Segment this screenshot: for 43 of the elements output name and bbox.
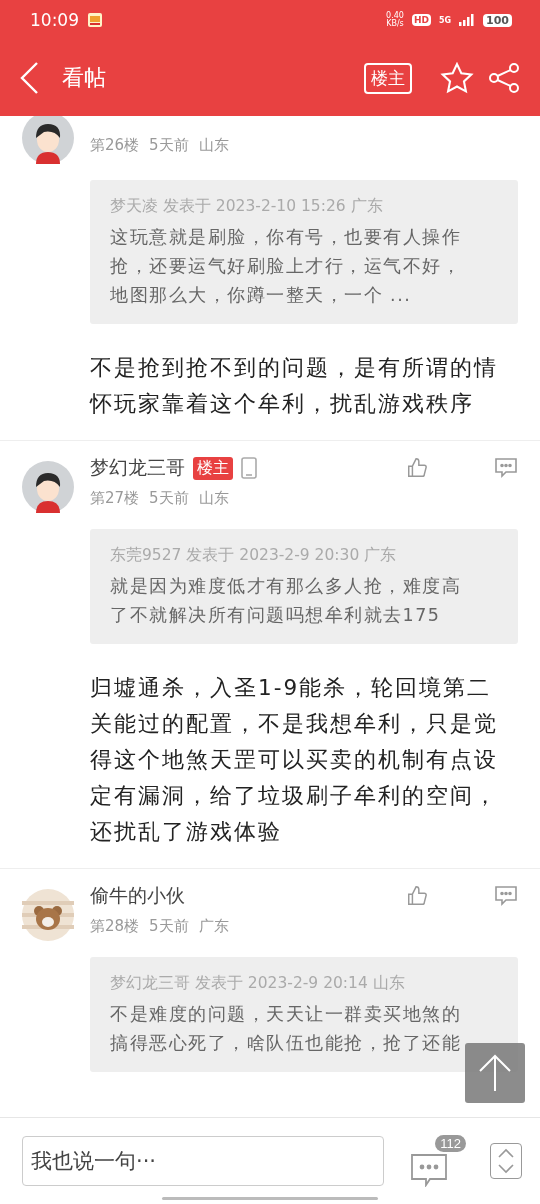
battery-level: 100 [483,13,512,27]
quote-text: 不是难度的问题，天天让一群卖买地煞的搞得恶心死了，啥队伍也能抢，抢了还能 [110,1003,462,1055]
floor-number: 第26楼 [90,136,140,155]
post-region: 山东 [198,136,229,155]
post-time: 5天前 [149,917,189,936]
page-title: 看帖 [62,64,107,92]
post-region: 山东 [198,489,229,508]
reply-input[interactable]: 我也说一句··· [22,1136,384,1186]
author-name[interactable]: 梦幻龙三哥 [90,455,185,481]
up-down-icon [496,1147,516,1175]
status-time: 10:09 [30,10,79,30]
post-time: 5天前 [149,136,189,155]
back-icon[interactable] [18,61,40,95]
floor-number: 第27楼 [90,489,140,508]
comment-count: 112 [435,1135,466,1152]
owner-only-button[interactable]: 楼主 [364,62,412,94]
network-type: 5G [438,15,452,25]
comment-icon [410,1153,448,1187]
quote-meta: 梦天凌 发表于 2023-2-10 15:26 广东 [110,196,384,217]
quote-text: 这玩意就是刷脸，你有号，也要有人操作抢，还要运气好刷脸上才行，运气不好，地图那么大，你蹲一整天，一个 ... [110,226,462,307]
thumbs-up-icon[interactable] [406,885,428,907]
comment-icon[interactable] [494,457,518,479]
floor-number: 第28楼 [90,917,140,936]
share-icon[interactable] [488,62,520,94]
post-region: 广东 [198,917,229,936]
quote-meta: 东莞9527 发表于 2023-2-9 20:30 广东 [110,545,398,566]
post-text: 不是抢到抢不到的问题，是有所谓的情怀玩家靠着这个牟利，扰乱游戏秩序 [88,354,499,418]
speed-unit: KB/s [386,20,404,28]
hd-indicator: HD [411,14,431,26]
post-time: 5天前 [149,489,189,508]
comment-icon[interactable] [494,885,518,907]
author-name[interactable]: 偷牛的小伙 [90,883,185,909]
post-text: 归墟通杀，入圣1-9能杀，轮回境第二关能过的配置，不是我想牟利，只是觉得这个地煞天罡可以买卖的机制有点设定有漏洞，给了垃圾刷子牟利的空间，还扰乱了游戏体验 [89,674,499,846]
network-speed: 0.40 [386,12,404,20]
op-badge: 楼主 [193,456,233,480]
thumbs-up-icon[interactable] [406,457,428,479]
quote-meta: 梦幻龙三哥 发表于 2023-2-9 20:14 山东 [110,973,406,994]
app-icon [87,12,103,28]
signal-icon [459,14,476,26]
back-to-top-button[interactable] [465,1043,525,1103]
quote-text: 就是因为难度低才有那么多人抢，难度高了不就解决所有问题吗想牟利就去175 [110,575,462,627]
star-icon[interactable] [440,62,474,94]
scroll-toggle-button[interactable] [490,1143,522,1179]
